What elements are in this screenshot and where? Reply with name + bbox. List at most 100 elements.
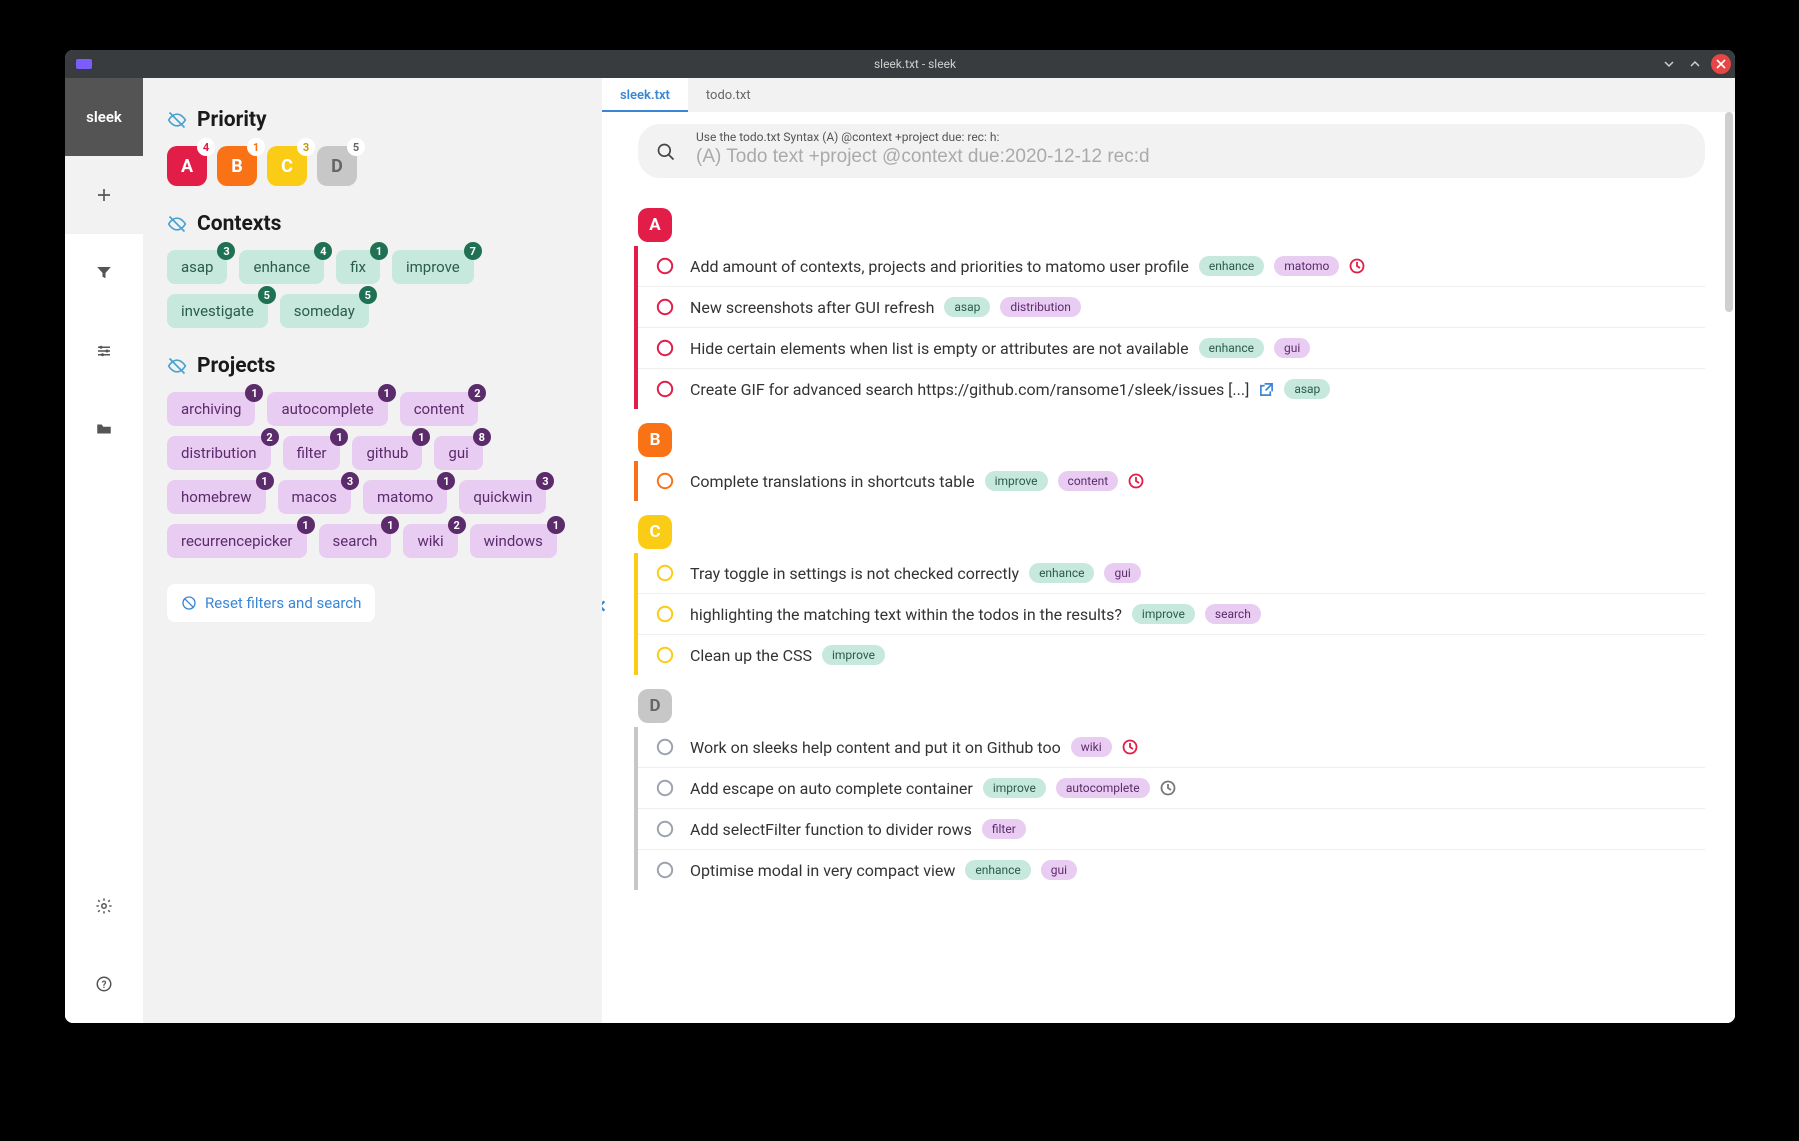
project-tag[interactable]: content [1058, 471, 1119, 491]
context-chip-asap[interactable]: asap3 [167, 250, 227, 284]
project-chip-archiving[interactable]: archiving1 [167, 392, 255, 426]
context-tag[interactable]: improve [1132, 604, 1195, 624]
project-chip-distribution[interactable]: distribution2 [167, 436, 271, 470]
project-chip-github[interactable]: github1 [352, 436, 422, 470]
checkbox[interactable] [656, 861, 674, 879]
priority-chip-D[interactable]: D5 [317, 146, 357, 186]
searchbox[interactable]: Use the todo.txt Syntax (A) @context +pr… [638, 124, 1705, 178]
project-tag[interactable]: gui [1274, 338, 1310, 358]
project-chip-gui[interactable]: gui8 [434, 436, 482, 470]
tab-sleek-txt[interactable]: sleek.txt [602, 78, 688, 112]
todo-item[interactable]: Clean up the CSSimprove [638, 635, 1705, 675]
brand: sleek [65, 78, 143, 156]
project-chip-quickwin[interactable]: quickwin3 [459, 480, 546, 514]
project-chip-windows[interactable]: windows1 [470, 524, 557, 558]
nav-settings[interactable] [65, 867, 143, 945]
project-chip-wiki[interactable]: wiki2 [403, 524, 457, 558]
context-chip-fix[interactable]: fix1 [336, 250, 380, 284]
context-chip-someday[interactable]: someday5 [280, 294, 369, 328]
eye-off-icon[interactable] [167, 110, 187, 130]
todo-item[interactable]: Hide certain elements when list is empty… [638, 328, 1705, 369]
todo-item[interactable]: highlighting the matching text within th… [638, 594, 1705, 635]
context-chip-improve[interactable]: improve7 [392, 250, 474, 284]
project-tag[interactable]: matomo [1274, 256, 1339, 276]
context-tag[interactable]: improve [983, 778, 1046, 798]
nav-add[interactable] [65, 156, 143, 234]
context-tag[interactable]: enhance [1199, 256, 1264, 276]
project-tag[interactable]: gui [1041, 860, 1077, 880]
project-chip-content[interactable]: content2 [400, 392, 479, 426]
todo-item[interactable]: Work on sleeks help content and put it o… [638, 727, 1705, 768]
project-tag[interactable]: wiki [1071, 737, 1112, 757]
nav-view[interactable] [65, 312, 143, 390]
priority-chip-C[interactable]: C3 [267, 146, 307, 186]
todo-item[interactable]: New screenshots after GUI refreshasapdis… [638, 287, 1705, 328]
project-tag[interactable]: search [1205, 604, 1261, 624]
checkbox[interactable] [656, 779, 674, 797]
context-tag[interactable]: improve [985, 471, 1048, 491]
checkbox[interactable] [656, 605, 674, 623]
context-tag[interactable]: enhance [1199, 338, 1264, 358]
reset-filters-button[interactable]: Reset filters and search [167, 584, 375, 622]
todo-item[interactable]: Add selectFilter function to divider row… [638, 809, 1705, 850]
project-chip-filter[interactable]: filter1 [283, 436, 341, 470]
scrollbar[interactable] [1725, 112, 1733, 1021]
eye-off-icon[interactable] [167, 214, 187, 234]
todo-item[interactable]: Optimise modal in very compact viewenhan… [638, 850, 1705, 890]
maximize-button[interactable] [1685, 54, 1705, 74]
external-link-icon[interactable] [1259, 382, 1274, 397]
project-tag[interactable]: gui [1104, 563, 1140, 583]
todo-item[interactable]: Complete translations in shortcuts table… [638, 461, 1705, 501]
checkbox[interactable] [656, 646, 674, 664]
project-tag[interactable]: filter [982, 819, 1026, 839]
context-chip-investigate[interactable]: investigate5 [167, 294, 268, 328]
project-chip-recurrencepicker[interactable]: recurrencepicker1 [167, 524, 307, 558]
context-tag[interactable]: asap [944, 297, 990, 317]
nav-filter[interactable] [65, 234, 143, 312]
group-header-A[interactable]: A [638, 208, 672, 242]
checkbox[interactable] [656, 339, 674, 357]
group-header-D[interactable]: D [638, 689, 672, 723]
group-header-C[interactable]: C [638, 515, 672, 549]
todo-item[interactable]: Add escape on auto complete containerimp… [638, 768, 1705, 809]
nav-files[interactable] [65, 390, 143, 468]
todo-text: Work on sleeks help content and put it o… [690, 737, 1138, 757]
checkbox[interactable] [656, 564, 674, 582]
checkbox[interactable] [656, 738, 674, 756]
tab-todo-txt[interactable]: todo.txt [688, 78, 769, 112]
filter-sidebar: Priority A4B1C3D5 Contexts asap3 enhance4… [143, 78, 602, 1023]
todo-item[interactable]: Add amount of contexts, projects and pri… [638, 246, 1705, 287]
project-tag[interactable]: autocomplete [1056, 778, 1150, 798]
context-tag[interactable]: improve [822, 645, 885, 665]
project-tag[interactable]: distribution [1000, 297, 1080, 317]
nav-help[interactable]: ? [65, 945, 143, 1023]
contexts-label: Contexts [197, 212, 281, 236]
context-tag[interactable]: asap [1284, 379, 1330, 399]
todo-item[interactable]: Tray toggle in settings is not checked c… [638, 553, 1705, 594]
priority-chip-B[interactable]: B1 [217, 146, 257, 186]
checkbox[interactable] [656, 298, 674, 316]
eye-off-icon[interactable] [167, 356, 187, 376]
group-header-B[interactable]: B [638, 423, 672, 457]
minimize-button[interactable] [1659, 54, 1679, 74]
project-chip-search[interactable]: search1 [319, 524, 392, 558]
close-button[interactable] [1711, 54, 1731, 74]
project-chip-macos[interactable]: macos3 [278, 480, 351, 514]
scroll-thumb[interactable] [1725, 112, 1733, 312]
project-chip-autocomplete[interactable]: autocomplete1 [267, 392, 387, 426]
search-input[interactable] [696, 146, 1683, 168]
checkbox[interactable] [656, 472, 674, 490]
checkbox[interactable] [656, 380, 674, 398]
project-chip-matomo[interactable]: matomo1 [363, 480, 447, 514]
checkbox[interactable] [656, 257, 674, 275]
todo-item[interactable]: Create GIF for advanced search https://g… [638, 369, 1705, 409]
context-tag[interactable]: enhance [965, 860, 1030, 880]
checkbox[interactable] [656, 820, 674, 838]
context-tag[interactable]: enhance [1029, 563, 1094, 583]
priority-chip-A[interactable]: A4 [167, 146, 207, 186]
search-icon [656, 142, 676, 162]
priority-label: Priority [197, 108, 267, 132]
todo-list: A Add amount of contexts, projects and pr… [602, 186, 1735, 1023]
project-chip-homebrew[interactable]: homebrew1 [167, 480, 266, 514]
context-chip-enhance[interactable]: enhance4 [239, 250, 324, 284]
